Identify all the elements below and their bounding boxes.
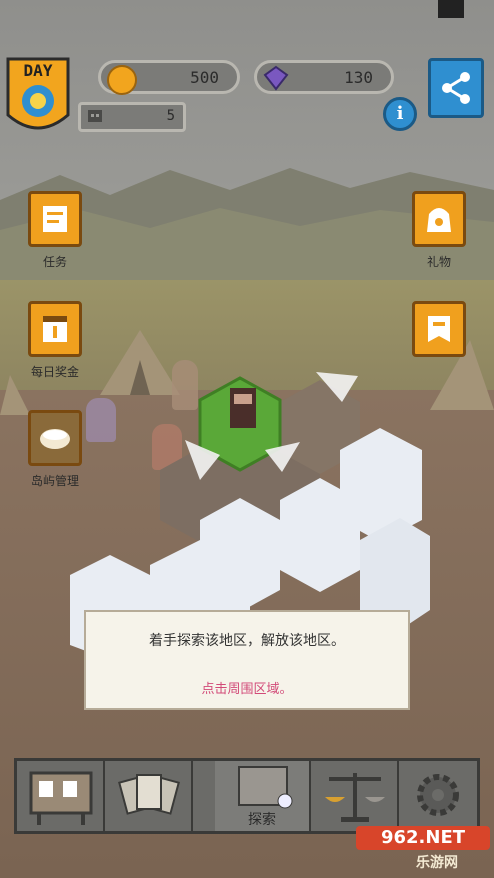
nav-explore-label: 探索 [248,812,276,828]
population-counter: 5 [78,102,186,132]
robot-icon [88,110,102,122]
gem-value: 130 [344,68,373,87]
board-icon [29,771,93,825]
dialog-message: 着手探索该地区，解放该地区。 [149,633,345,649]
tent-far-left [0,375,30,415]
day-label: DAY [23,61,53,80]
nav-explore-button[interactable]: 探索 [215,761,311,831]
tasks-button[interactable] [28,191,82,247]
banner-button[interactable] [412,301,466,357]
gifts-button[interactable] [412,191,466,247]
info-button[interactable]: i [383,97,417,131]
coin-icon [107,65,137,95]
nav-cards-button[interactable] [105,761,193,831]
map-icon [238,766,293,809]
watermark-brand: 962.NET [356,826,490,850]
share-icon [442,72,470,104]
scale-icon [325,773,385,822]
nav-settings-button[interactable] [399,761,477,831]
gem-icon [263,65,289,91]
tutorial-dialog[interactable]: 着手探索该地区，解放该地区。 点击周围区域。 [84,610,410,710]
flag-icon [428,316,450,342]
share-button[interactable] [428,58,484,118]
bottom-nav: 探索 [14,758,480,834]
screenshot-icon[interactable] [438,0,464,18]
island-icon [40,429,70,449]
coin-value: 500 [190,68,219,87]
nav-board-button[interactable] [17,761,105,831]
gifts-label: 礼物 [426,255,451,269]
nav-trade-button[interactable] [311,761,399,831]
island-manage-label: 岛屿管理 [30,474,79,488]
cards-icon [118,774,180,815]
gift-bag-icon [427,208,451,232]
daily-bonus-label: 每日奖金 [30,365,79,379]
island-manage-button[interactable] [28,410,82,466]
dialog-hint: 点击周围区域。 [201,682,293,697]
coin-counter: 500 [98,60,240,95]
daily-bonus-button[interactable] [28,301,82,357]
gear-icon [417,774,459,816]
tasks-label: 任务 [42,255,67,269]
calendar-icon [43,316,67,342]
gem-counter: 130 [254,60,394,94]
watermark-sub: 乐游网 [416,855,458,871]
site-watermark: 962.NET 乐游网 [356,826,490,874]
scroll-icon [43,206,67,232]
population-value: 5 [166,108,175,124]
